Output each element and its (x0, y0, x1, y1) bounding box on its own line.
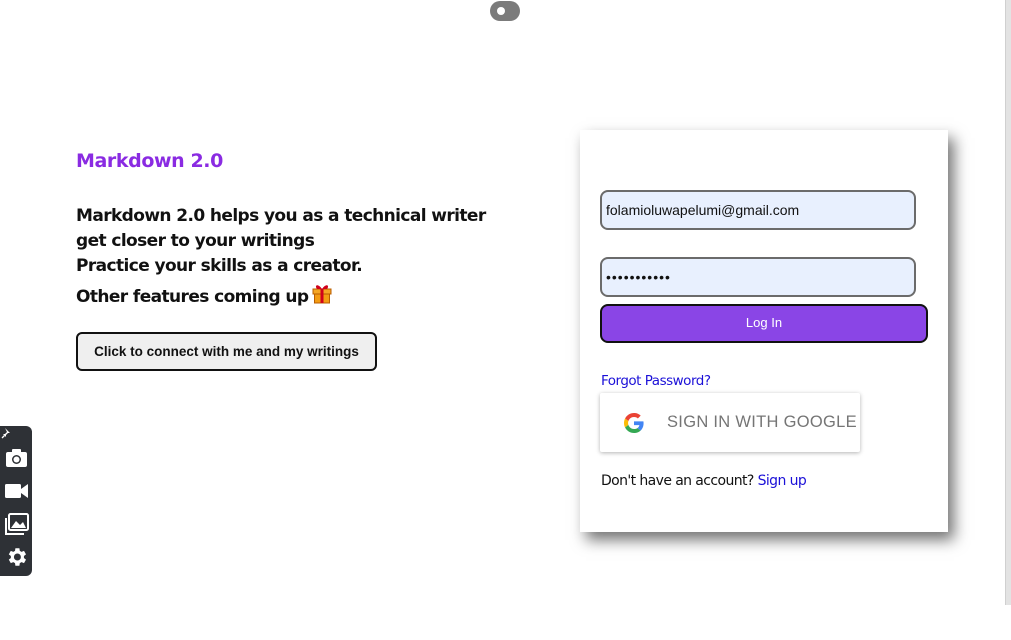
camera-icon[interactable] (4, 446, 29, 470)
intro-line: Other features coming up (76, 287, 309, 307)
theme-toggle[interactable] (490, 1, 520, 21)
intro-line: get closer to your writings (76, 231, 315, 251)
intro-text: Markdown 2.0 helps you as a technical wr… (76, 204, 496, 312)
password-field[interactable] (600, 257, 916, 297)
toggle-knob (497, 7, 505, 15)
brand-title: Markdown 2.0 (76, 150, 223, 172)
signup-link[interactable]: Sign up (758, 473, 807, 489)
page-scrollbar[interactable] (1005, 0, 1011, 605)
intro-line: Markdown 2.0 helps you as a technical wr… (76, 206, 486, 226)
pin-icon[interactable] (1, 427, 13, 439)
login-card: Log In Forgot Password? SIGN IN WITH GOO… (580, 130, 948, 532)
google-icon (624, 413, 644, 433)
intro-line-with-icon: Other features coming up (76, 282, 496, 312)
email-field[interactable] (600, 190, 916, 230)
forgot-password-link[interactable]: Forgot Password? (601, 373, 711, 389)
gift-icon (312, 282, 332, 312)
no-account-text: Don't have an account? (601, 473, 754, 489)
signup-row: Don't have an account? Sign up (601, 473, 807, 489)
google-signin-button[interactable]: SIGN IN WITH GOOGLE (600, 393, 860, 452)
gallery-icon[interactable] (4, 512, 29, 536)
settings-icon[interactable] (4, 545, 29, 569)
connect-button[interactable]: Click to connect with me and my writings (76, 332, 377, 371)
google-signin-label: SIGN IN WITH GOOGLE (667, 413, 857, 431)
capture-toolbar (0, 426, 32, 576)
intro-line: Practice your skills as a creator. (76, 256, 363, 276)
video-icon[interactable] (4, 479, 29, 503)
login-button[interactable]: Log In (600, 304, 928, 343)
